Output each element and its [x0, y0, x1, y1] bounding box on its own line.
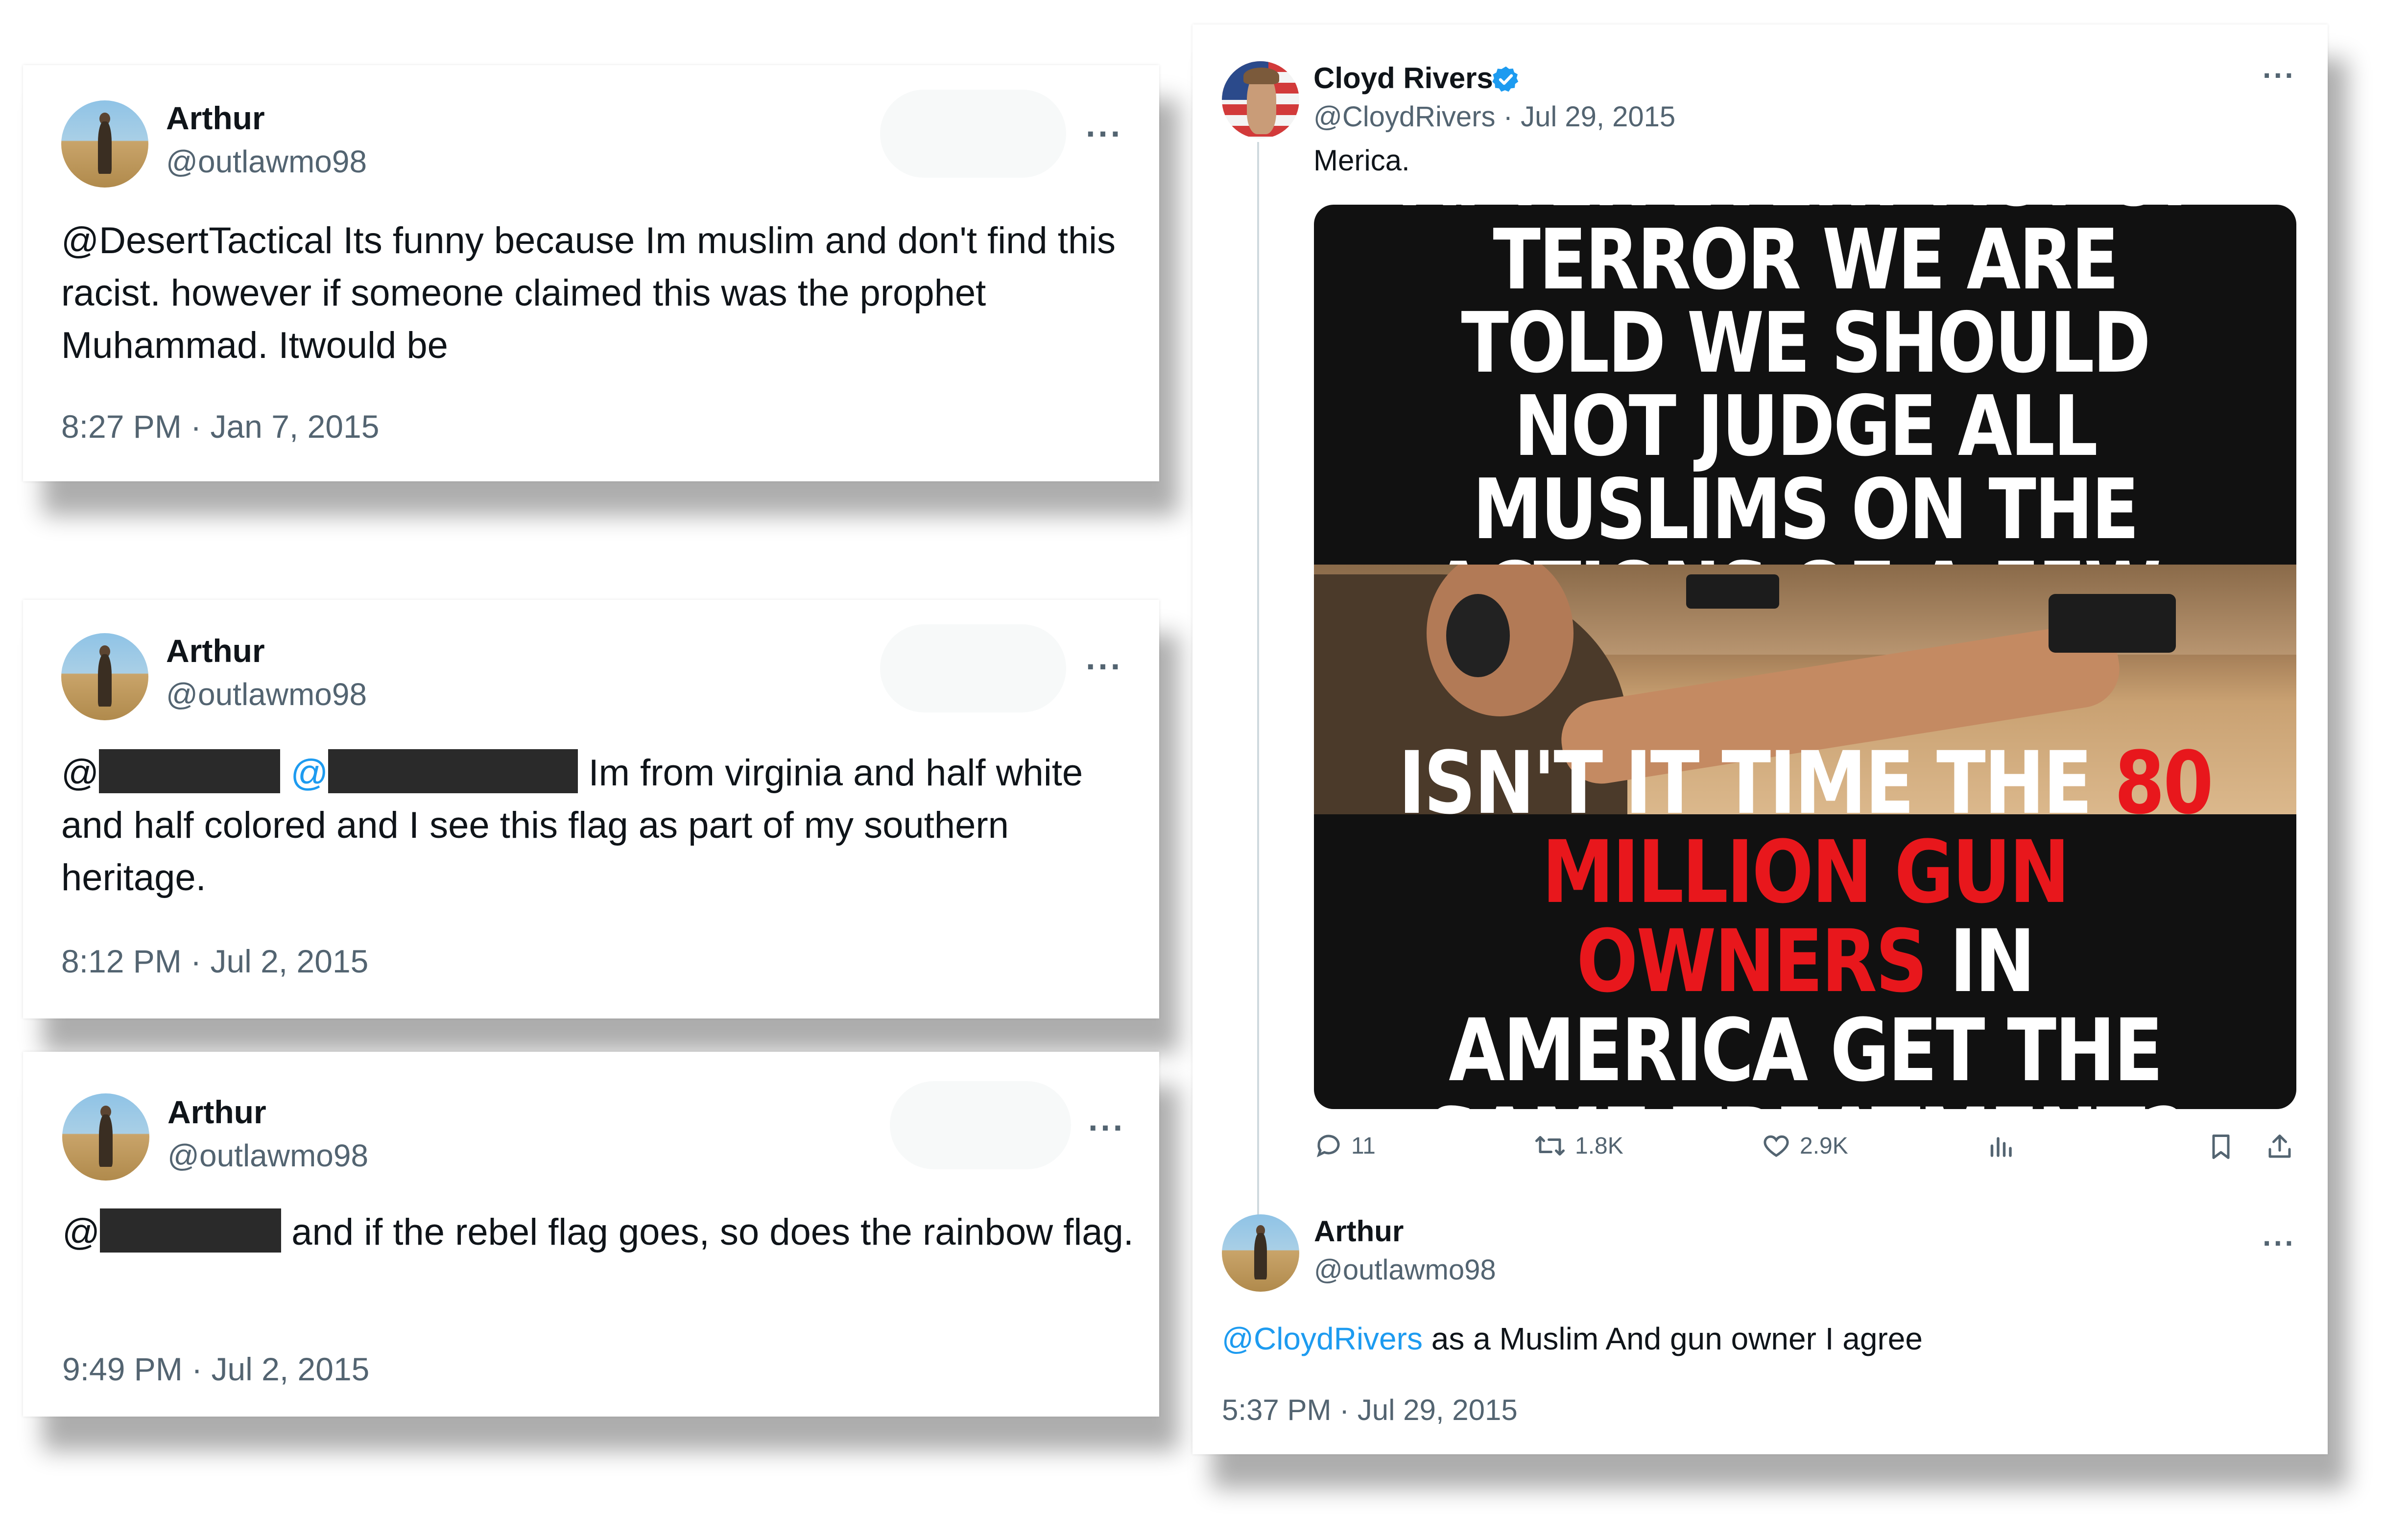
mention-prefix[interactable]: @ [61, 752, 99, 794]
redacted-handle-2 [328, 749, 578, 793]
redacted-handle [100, 1208, 282, 1253]
author-handle[interactable]: @outlawmo98 [167, 1137, 368, 1174]
author-handle[interactable]: @outlawmo98 [166, 676, 367, 712]
avatar-figure [97, 654, 112, 707]
meme-image[interactable]: After every act of terror we are told we… [1314, 205, 2296, 1109]
pistol-icon-2 [1686, 574, 1779, 609]
retweet-count: 1.8K [1575, 1133, 1623, 1159]
ear-protection [1446, 594, 1510, 677]
avatar-hair [1243, 67, 1279, 85]
reply-timestamp[interactable]: 5:37 PM · Jul 29, 2015 [1222, 1393, 1518, 1427]
avatar[interactable] [62, 1093, 149, 1181]
more-options-icon[interactable]: ··· [1086, 117, 1123, 151]
heart-icon [1764, 1135, 1789, 1157]
tweet-timestamp[interactable]: 8:12 PM · Jul 2, 2015 [61, 943, 368, 980]
tweet-timestamp[interactable]: 8:27 PM · Jan 7, 2015 [61, 408, 379, 445]
page: { "tweets": [ { "name": "Arthur", "handl… [0, 0, 2408, 1538]
verified-badge-icon [1492, 66, 1519, 92]
blurred-follow-button [880, 90, 1066, 178]
author-name[interactable]: Arthur [166, 632, 265, 669]
more-options-icon[interactable]: ··· [2263, 1229, 2296, 1259]
meme-bottom-panel: Isn't it time the 80 million gun owners … [1314, 739, 2296, 1110]
tweet-card-3[interactable]: Arthur @outlawmo98 ··· @ and if the rebe… [23, 1052, 1159, 1417]
avatar[interactable] [1222, 61, 1299, 139]
reply-count: 11 [1351, 1133, 1376, 1159]
reply-mention[interactable]: @CloydRivers [1222, 1321, 1423, 1356]
tweet-text: @ @ Im from virginia and half white and … [61, 747, 1139, 904]
author-name[interactable]: Cloyd Rivers [1313, 61, 1493, 95]
views-action[interactable] [1986, 1131, 2023, 1160]
reply-text: @CloydRivers as a Muslim And gun owner I… [1222, 1318, 2299, 1359]
author-name[interactable]: Arthur [167, 1093, 266, 1131]
reply-text-content: as a Muslim And gun owner I agree [1431, 1321, 1923, 1356]
more-options-icon[interactable]: ··· [1086, 649, 1123, 684]
share-icon [2268, 1135, 2291, 1158]
reply-action[interactable]: 11 [1314, 1131, 1376, 1160]
post-date[interactable]: · Jul 29, 2015 [1503, 101, 1675, 133]
reply-icon [1316, 1135, 1340, 1158]
bookmark-icon [2212, 1135, 2230, 1159]
pistol-icon [2049, 594, 2176, 653]
tweet-text-content: and if the rebel flag goes, so does the … [291, 1211, 1134, 1253]
retweet-icon [1535, 1136, 1565, 1156]
tweet-card-1[interactable]: Arthur @outlawmo98 ··· @DesertTactical I… [23, 65, 1159, 481]
more-options-icon[interactable]: ··· [1088, 1111, 1125, 1145]
avatar-figure [1254, 1232, 1267, 1279]
like-count: 2.9K [1800, 1133, 1848, 1159]
tweet-card-2[interactable]: Arthur @outlawmo98 ··· @ @ Im from virgi… [23, 600, 1159, 1018]
mention-prefix-2[interactable]: @ [290, 752, 328, 794]
meme-bottom-text: Isn't it time the 80 million gun owners … [1392, 739, 2217, 1110]
mention-prefix[interactable]: @ [62, 1211, 100, 1253]
blurred-follow-button [890, 1081, 1071, 1169]
tweet-text: @ and if the rebel flag goes, so does th… [62, 1206, 1140, 1258]
tweet-text: Merica. [1313, 144, 1410, 177]
author-handle[interactable]: @CloydRivers · Jul 29, 2015 [1313, 100, 1675, 133]
avatar-figure [97, 121, 112, 174]
reply-author-name[interactable]: Arthur [1314, 1214, 1404, 1248]
redacted-handle-1 [99, 749, 281, 793]
like-action[interactable]: 2.9K [1761, 1131, 1848, 1160]
meme-top-panel: After every act of terror we are told we… [1314, 205, 2296, 635]
thread-connector-line [1257, 142, 1259, 1219]
avatar[interactable] [1222, 1214, 1299, 1292]
handle-text[interactable]: @CloydRivers [1313, 101, 1496, 133]
avatar[interactable] [61, 633, 148, 720]
author-name[interactable]: Arthur [166, 99, 265, 137]
more-options-icon[interactable]: ··· [2263, 61, 2296, 91]
author-handle[interactable]: @outlawmo98 [166, 143, 367, 180]
bookmark-action[interactable] [2206, 1131, 2243, 1162]
tweet-timestamp[interactable]: 9:49 PM · Jul 2, 2015 [62, 1350, 369, 1388]
share-action[interactable] [2265, 1131, 2302, 1162]
views-chart-icon [1990, 1137, 2012, 1157]
reply-author-handle[interactable]: @outlawmo98 [1314, 1254, 1496, 1286]
blurred-follow-button [880, 624, 1066, 712]
avatar[interactable] [61, 100, 148, 188]
retweet-action[interactable]: 1.8K [1533, 1131, 1623, 1160]
tweet-text: @DesertTactical Its funny because Im mus… [61, 220, 1116, 366]
meme-bottom-line-1: Isn't it time the [1398, 733, 2092, 833]
avatar-figure [98, 1114, 113, 1167]
